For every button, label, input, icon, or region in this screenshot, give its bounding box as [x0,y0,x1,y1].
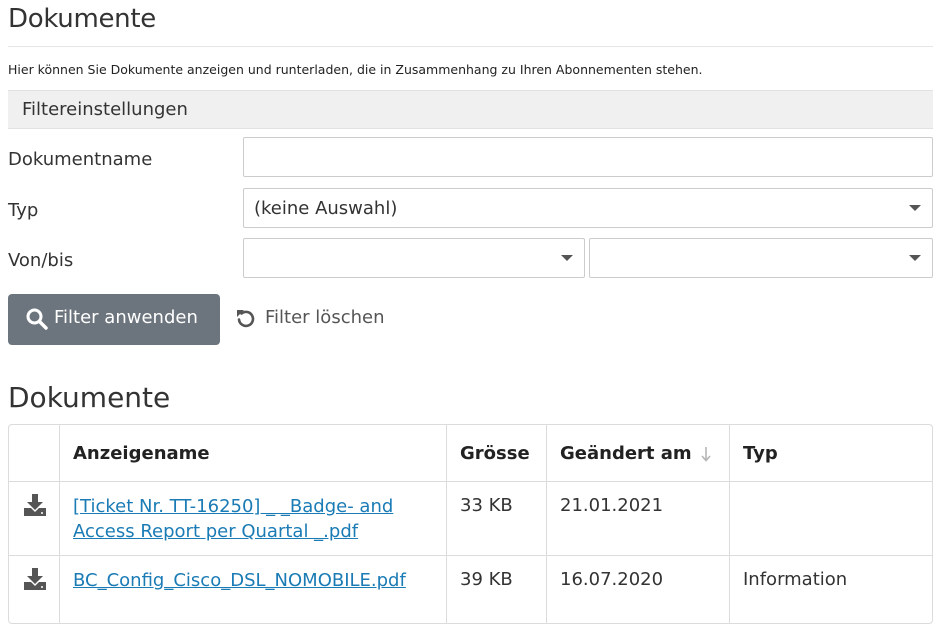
table-row-changed: 16.07.2020 [560,569,664,590]
table-row-changed: 21.01.2021 [560,495,664,516]
filter-section-header: Filtereinstellungen [8,90,933,129]
apply-filter-button[interactable]: Filter anwenden [8,294,220,345]
clear-filter-button[interactable]: Filter löschen [234,302,404,336]
type-select[interactable]: (keine Auswahl) [243,188,933,228]
apply-filter-label: Filter anwenden [54,307,198,328]
column-divider [59,425,60,623]
date-to-select[interactable] [589,238,933,278]
column-header-changed[interactable]: Geändert am [560,443,692,464]
table-row-name-cell: [Ticket Nr. TT-16250] _ _Badge- and Acces… [73,494,433,544]
column-divider [729,425,730,623]
documents-section-title: Dokumente [8,381,171,414]
page-title: Dokumente [8,4,156,34]
table-row-name-cell: BC_Config_Cisco_DSL_NOMOBILE.pdf [73,568,406,593]
download-icon[interactable] [23,493,47,517]
search-icon [26,308,48,330]
column-header-size[interactable]: Grösse [460,443,530,464]
chevron-down-icon [561,255,573,261]
download-icon[interactable] [23,567,47,591]
documents-table: Anzeigename Grösse Geändert am Typ [Tick… [8,424,933,624]
column-divider [546,425,547,623]
document-link[interactable]: BC_Config_Cisco_DSL_NOMOBILE.pdf [73,570,406,591]
table-row-size: 39 KB [460,569,513,590]
chevron-down-icon [909,205,921,211]
date-from-select[interactable] [243,238,585,278]
chevron-down-icon [909,255,921,261]
document-link[interactable]: [Ticket Nr. TT-16250] _ _Badge- and Acces… [73,496,393,542]
title-divider [8,46,933,47]
date-range-label: Von/bis [8,250,74,271]
type-selected-value: (keine Auswahl) [254,198,398,219]
page-intro: Hier können Sie Dokumente anzeigen und r… [8,62,703,77]
row-divider [9,555,932,556]
table-row-size: 33 KB [460,495,513,516]
document-name-input[interactable] [243,137,933,177]
row-divider [9,481,932,482]
column-divider [446,425,447,623]
filter-section-title: Filtereinstellungen [22,99,188,120]
sort-descending-icon[interactable] [700,445,712,463]
table-row-type: Information [743,569,848,590]
document-name-label: Dokumentname [8,149,153,170]
clear-filter-label: Filter löschen [265,307,385,328]
type-label: Typ [8,200,39,221]
column-header-name[interactable]: Anzeigename [73,443,210,464]
column-header-type[interactable]: Typ [743,443,778,464]
undo-icon [237,310,255,328]
